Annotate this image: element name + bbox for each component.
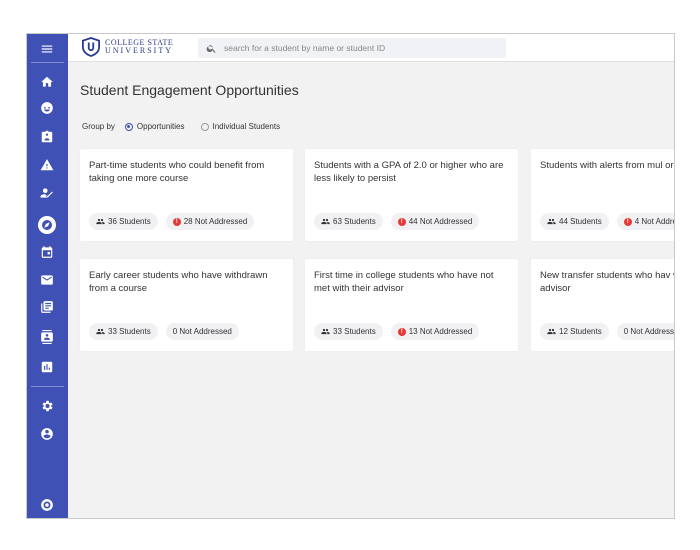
not-addressed-chip[interactable]: ! 44 Not Addressed — [390, 213, 480, 230]
logo-line-2: UNIVERSITY — [105, 46, 173, 55]
not-addressed-count: 28 Not Addressed — [183, 217, 248, 226]
not-addressed-chip[interactable]: ! 13 Not Addressed — [390, 323, 480, 340]
person-check-icon[interactable] — [37, 183, 57, 203]
card-title: First time in college students who have … — [314, 270, 494, 294]
radio-opportunities-label[interactable]: Opportunities — [137, 122, 185, 131]
radio-individual-students-label[interactable]: Individual Students — [213, 122, 281, 131]
card-title: New transfer students who hav with their… — [540, 270, 674, 294]
chart-icon[interactable] — [37, 357, 57, 377]
card-chips: 63 Students! 44 Not Addressed — [314, 213, 480, 230]
group-by-control: Group by Opportunities Individual Studen… — [82, 122, 280, 131]
top-bar: COLLEGE STATE UNIVERSITY search for a st… — [68, 34, 674, 62]
page-title: Student Engagement Opportunities — [80, 82, 299, 98]
card-title: Early career students who have withdrawn… — [89, 270, 268, 294]
students-count: 44 Students — [559, 217, 602, 226]
card-chips: 44 Students!4 Not Addres — [540, 213, 674, 230]
students-count: 12 Students — [559, 327, 602, 336]
students-count: 36 Students — [108, 217, 151, 226]
opportunity-card[interactable]: New transfer students who hav with their… — [531, 259, 675, 351]
logo-wordmark: COLLEGE STATE UNIVERSITY — [105, 39, 173, 55]
students-count: 33 Students — [108, 327, 151, 336]
search-icon — [206, 44, 216, 53]
students-chip[interactable]: 44 Students — [540, 213, 609, 230]
card-chips: 12 Students 0 Not Addresse — [540, 323, 675, 340]
students-chip[interactable]: 33 Students — [314, 323, 383, 340]
not-addressed-count: 0 Not Addressed — [172, 327, 232, 336]
people-icon — [96, 328, 105, 335]
university-logo[interactable]: COLLEGE STATE UNIVERSITY — [82, 37, 173, 57]
people-icon — [96, 218, 105, 225]
opportunity-card[interactable]: Students with a GPA of 2.0 or higher who… — [305, 149, 518, 241]
card-chips: 33 Students 0 Not Addressed — [89, 323, 239, 340]
shield-logo-icon — [82, 37, 100, 57]
not-addressed-count: 0 Not Addresse — [623, 327, 675, 336]
people-icon — [547, 328, 556, 335]
people-icon — [321, 218, 330, 225]
students-chip[interactable]: 12 Students — [540, 323, 609, 340]
alert-icon: ! — [172, 217, 181, 226]
card-chips: 33 Students! 13 Not Addressed — [314, 323, 480, 340]
radio-individual-students[interactable] — [200, 122, 209, 131]
student-search-input[interactable]: search for a student by name or student … — [198, 38, 506, 58]
students-chip[interactable]: 63 Students — [314, 213, 383, 230]
menu-icon[interactable] — [37, 39, 57, 59]
warning-icon[interactable] — [37, 155, 57, 175]
compass-icon[interactable] — [38, 216, 56, 234]
alert-icon: ! — [623, 217, 632, 226]
sidebar-divider — [31, 62, 64, 63]
card-title: Part-time students who could benefit fro… — [89, 160, 265, 184]
card-title: Students with a GPA of 2.0 or higher who… — [314, 160, 504, 184]
opportunity-card[interactable]: Students with alerts from mul or staff 44… — [531, 149, 674, 241]
home-icon[interactable] — [37, 72, 57, 92]
badge-icon[interactable] — [37, 127, 57, 147]
not-addressed-chip[interactable]: ! 28 Not Addressed — [165, 213, 255, 230]
card-chips: 36 Students! 28 Not Addressed — [89, 213, 255, 230]
app-window: COLLEGE STATE UNIVERSITY search for a st… — [26, 33, 675, 519]
opportunity-card[interactable]: First time in college students who have … — [305, 259, 518, 351]
sidebar-divider — [31, 386, 64, 387]
calendar-icon[interactable] — [37, 242, 57, 262]
settings-icon[interactable] — [37, 396, 57, 416]
opportunity-card[interactable]: Part-time students who could benefit fro… — [80, 149, 293, 241]
people-icon — [547, 218, 556, 225]
not-addressed-count: 4 Not Addres — [634, 217, 674, 226]
not-addressed-chip[interactable]: !4 Not Addres — [616, 213, 674, 230]
not-addressed-count: 44 Not Addressed — [408, 217, 473, 226]
account-icon[interactable] — [37, 424, 57, 444]
library-icon[interactable] — [37, 297, 57, 317]
search-placeholder: search for a student by name or student … — [224, 43, 386, 53]
face-icon[interactable] — [37, 98, 57, 118]
radio-opportunities[interactable] — [124, 122, 133, 131]
sidebar — [27, 34, 68, 518]
opportunity-card[interactable]: Early career students who have withdrawn… — [80, 259, 293, 351]
people-icon — [321, 328, 330, 335]
mail-icon[interactable] — [37, 270, 57, 290]
students-chip[interactable]: 33 Students — [89, 323, 158, 340]
not-addressed-chip[interactable]: 0 Not Addresse — [616, 323, 675, 340]
students-count: 33 Students — [333, 327, 376, 336]
alert-icon: ! — [397, 217, 406, 226]
help-icon[interactable] — [37, 495, 57, 515]
not-addressed-count: 13 Not Addressed — [408, 327, 473, 336]
contact-icon[interactable] — [37, 327, 57, 347]
group-by-label: Group by — [82, 122, 115, 131]
students-count: 63 Students — [333, 217, 376, 226]
card-title: Students with alerts from mul or staff — [540, 160, 674, 171]
students-chip[interactable]: 36 Students — [89, 213, 158, 230]
alert-icon: ! — [397, 327, 406, 336]
not-addressed-chip[interactable]: 0 Not Addressed — [165, 323, 239, 340]
